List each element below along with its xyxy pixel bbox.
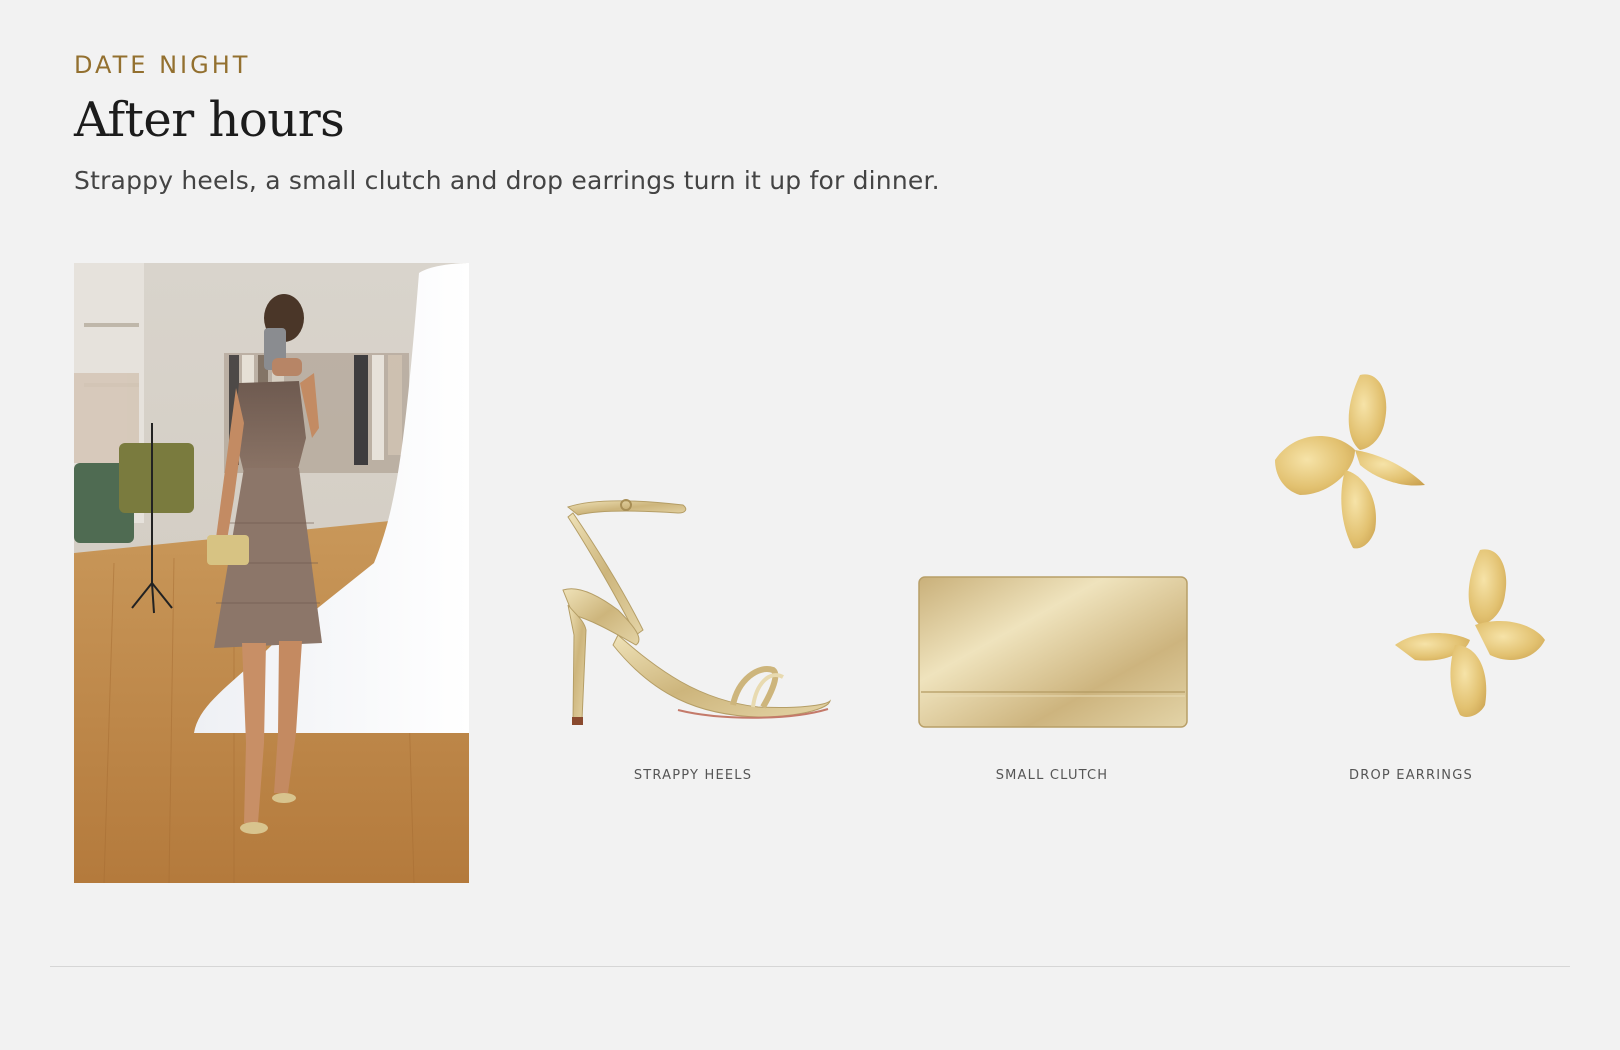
product-label-clutch: SMALL CLUTCH [995,768,1109,783]
product-label-heels: STRAPPY HEELS [633,768,753,783]
section-title: After hours [74,92,345,148]
section-eyebrow: DATE NIGHT [74,51,251,79]
small-clutch-image[interactable] [917,575,1189,730]
product-label-earrings: DROP EARRINGS [1349,768,1473,783]
section-divider [50,966,1570,967]
drop-earrings-image[interactable] [1275,370,1550,725]
section-subtitle: Strappy heels, a small clutch and drop e… [74,166,940,195]
outfit-photo[interactable] [74,263,469,883]
strappy-heels-image[interactable] [558,495,833,730]
